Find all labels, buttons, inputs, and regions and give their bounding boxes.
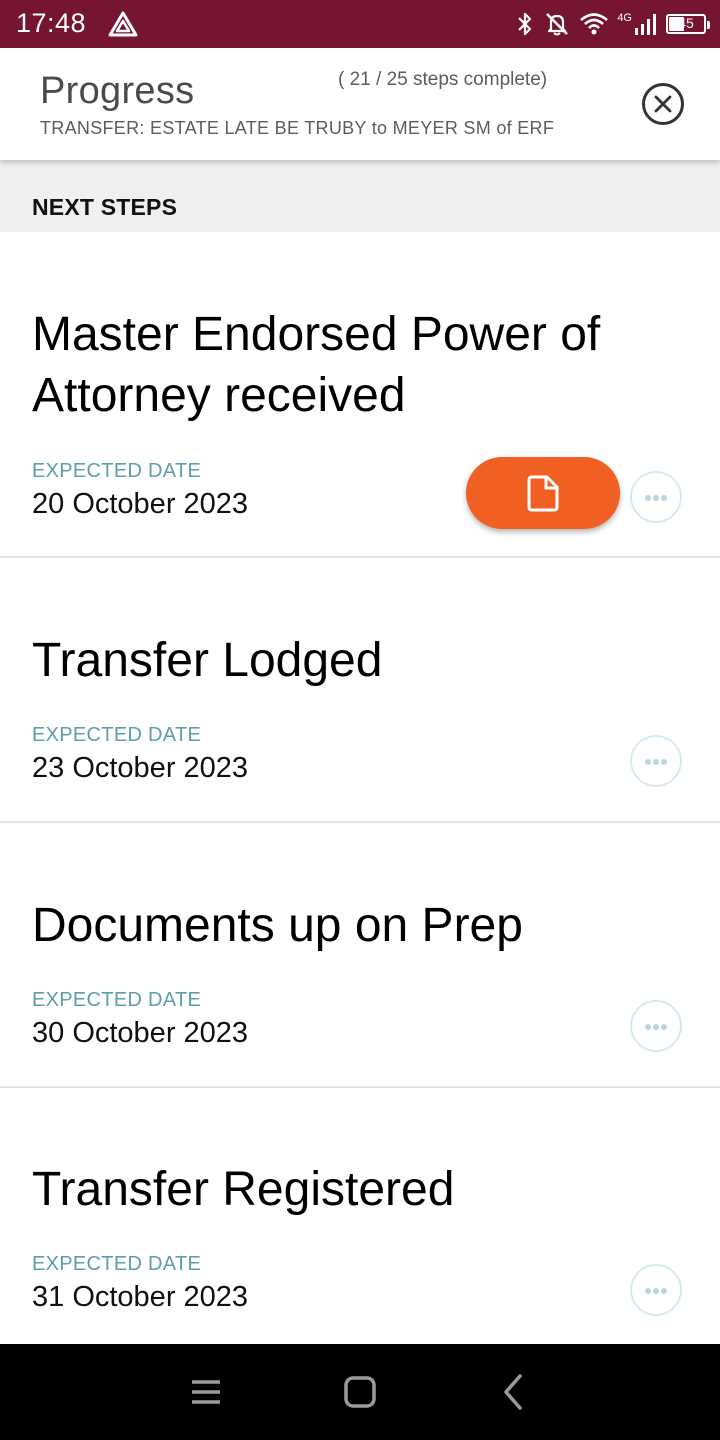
step-title: Transfer Lodged [32, 634, 383, 687]
more-options-button[interactable] [630, 735, 682, 787]
page-title: Progress [40, 70, 195, 112]
expected-date-label: EXPECTED DATE [32, 989, 202, 1011]
close-button[interactable] [642, 83, 684, 125]
expected-date-label: EXPECTED DATE [32, 460, 202, 482]
warning-triangle-icon [108, 11, 138, 37]
status-bar: 17:48 4G 45 [0, 0, 720, 48]
wifi-icon [580, 13, 609, 35]
status-time: 17:48 [16, 8, 87, 38]
more-icon [645, 1024, 651, 1030]
more-icon [645, 1288, 651, 1294]
step-title: Master Endorsed Power of Attorney receiv… [32, 308, 601, 422]
back-button[interactable] [494, 1372, 534, 1412]
document-icon [527, 475, 559, 512]
expected-date: 20 October 2023 [32, 488, 249, 520]
expected-date: 23 October 2023 [32, 752, 249, 784]
menu-icon [192, 1380, 220, 1404]
expected-date-label: EXPECTED DATE [32, 724, 202, 746]
step-title: Transfer Registered [32, 1163, 455, 1216]
status-icons: 4G 45 [515, 8, 710, 40]
expected-date: 30 October 2023 [32, 1017, 249, 1049]
battery-level: 45 [678, 15, 694, 31]
next-steps-section-header: NEXT STEPS [0, 160, 720, 232]
more-icon [645, 759, 651, 765]
notifications-off-icon [546, 13, 569, 36]
expected-date-label: EXPECTED DATE [32, 1253, 202, 1275]
more-options-button[interactable] [630, 1000, 682, 1052]
navigation-bar [0, 1344, 720, 1440]
step-title: Documents up on Prep [32, 899, 523, 952]
expected-date: 31 October 2023 [32, 1281, 249, 1313]
more-options-button[interactable] [630, 471, 682, 523]
step-item: Transfer Lodged EXPECTED DATE 23 October… [0, 558, 720, 823]
matter-subtitle: TRANSFER: ESTATE LATE BE TRUBY to MEYER … [40, 118, 555, 138]
step-item: Documents up on Prep EXPECTED DATE 30 Oc… [0, 823, 720, 1088]
signal-icon [635, 14, 656, 35]
home-button[interactable] [340, 1372, 380, 1412]
more-icon [645, 495, 651, 501]
battery-icon: 45 [666, 14, 710, 34]
back-icon [504, 1374, 522, 1410]
document-button[interactable] [466, 457, 620, 529]
close-icon [654, 95, 672, 113]
section-title: NEXT STEPS [32, 194, 178, 220]
recent-apps-button[interactable] [186, 1372, 226, 1412]
home-icon [344, 1376, 376, 1408]
progress-header: Progress ( 21 / 25 steps complete) TRANS… [0, 48, 720, 160]
step-item: Transfer Registered EXPECTED DATE 31 Oct… [0, 1088, 720, 1344]
bluetooth-icon [518, 12, 532, 36]
more-options-button[interactable] [630, 1264, 682, 1316]
step-item: Master Endorsed Power of Attorney receiv… [0, 232, 720, 558]
steps-complete-count: ( 21 / 25 steps complete) [338, 69, 548, 90]
network-4g-label: 4G [617, 12, 632, 24]
